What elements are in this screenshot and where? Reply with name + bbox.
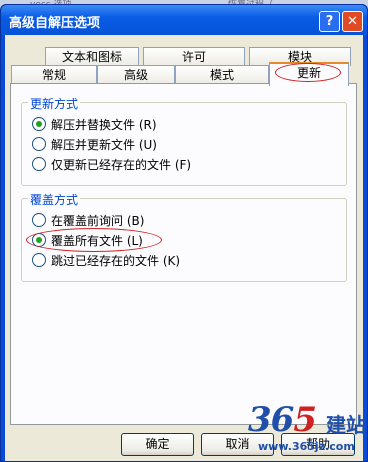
radio-button[interactable] (32, 137, 46, 151)
dialog-window: 高级自解压选项 ? ✕ 文本和图标 许可 模块 常规 高级 模式 更新 更新方式… (0, 4, 368, 462)
watermark-text: 建站 (326, 413, 366, 437)
close-icon[interactable]: ✕ (342, 11, 363, 32)
help-icon[interactable]: ? (319, 11, 340, 32)
overwrite-mode-legend: 覆盖方式 (28, 191, 81, 208)
dialog-client: 文本和图标 许可 模块 常规 高级 模式 更新 更新方式 解压并替换文件 (R)… (5, 35, 363, 461)
dialog-title: 高级自解压选项 (9, 16, 101, 31)
radio-label: 解压并更新文件 (U) (51, 137, 157, 152)
radio-skip-existing[interactable]: 跳过已经存在的文件 (K) (32, 251, 180, 269)
radio-button[interactable] (32, 253, 46, 267)
radio-button[interactable] (32, 157, 46, 171)
radio-button[interactable] (32, 213, 46, 227)
update-mode-legend: 更新方式 (28, 95, 81, 112)
radio-button-checked[interactable] (32, 117, 46, 131)
tab-advanced[interactable]: 高级 (97, 65, 175, 84)
tab-text-and-icon[interactable]: 文本和图标 (45, 47, 139, 66)
radio-label: 跳过已经存在的文件 (K) (51, 253, 181, 268)
option-annotation-ellipse (26, 228, 162, 252)
watermark-url: www.365jz.com (258, 440, 355, 453)
title-bar: 高级自解压选项 ? ✕ (1, 5, 367, 35)
radio-extract-replace[interactable]: 解压并替换文件 (R) (32, 115, 157, 133)
update-mode-group: 更新方式 解压并替换文件 (R) 解压并更新文件 (U) 仅更新已经存在的文件 … (21, 95, 347, 186)
tab-general[interactable]: 常规 (11, 65, 97, 84)
tab-mode[interactable]: 模式 (175, 65, 269, 84)
tab-annotation-ellipse (275, 63, 341, 82)
tab-license[interactable]: 许可 (143, 47, 245, 66)
radio-update-existing[interactable]: 仅更新已经存在的文件 (F) (32, 155, 191, 173)
radio-ask-before-overwrite[interactable]: 在覆盖前询问 (B) (32, 211, 144, 229)
tab-panel-update: 更新方式 解压并替换文件 (R) 解压并更新文件 (U) 仅更新已经存在的文件 … (10, 83, 357, 425)
site-watermark-logo: 365 建站 www.365jz.com (248, 400, 368, 460)
overwrite-mode-group: 覆盖方式 在覆盖前询问 (B) 覆盖所有文件 (L) 跳过已经存在的文件 (K) (21, 191, 347, 282)
radio-label: 在覆盖前询问 (B) (51, 213, 145, 228)
radio-extract-update[interactable]: 解压并更新文件 (U) (32, 135, 157, 153)
radio-label: 仅更新已经存在的文件 (F) (51, 157, 192, 172)
ok-button[interactable]: 确定 (121, 433, 194, 456)
radio-label: 解压并替换文件 (R) (51, 117, 157, 132)
watermark-number: 365 (248, 400, 317, 440)
